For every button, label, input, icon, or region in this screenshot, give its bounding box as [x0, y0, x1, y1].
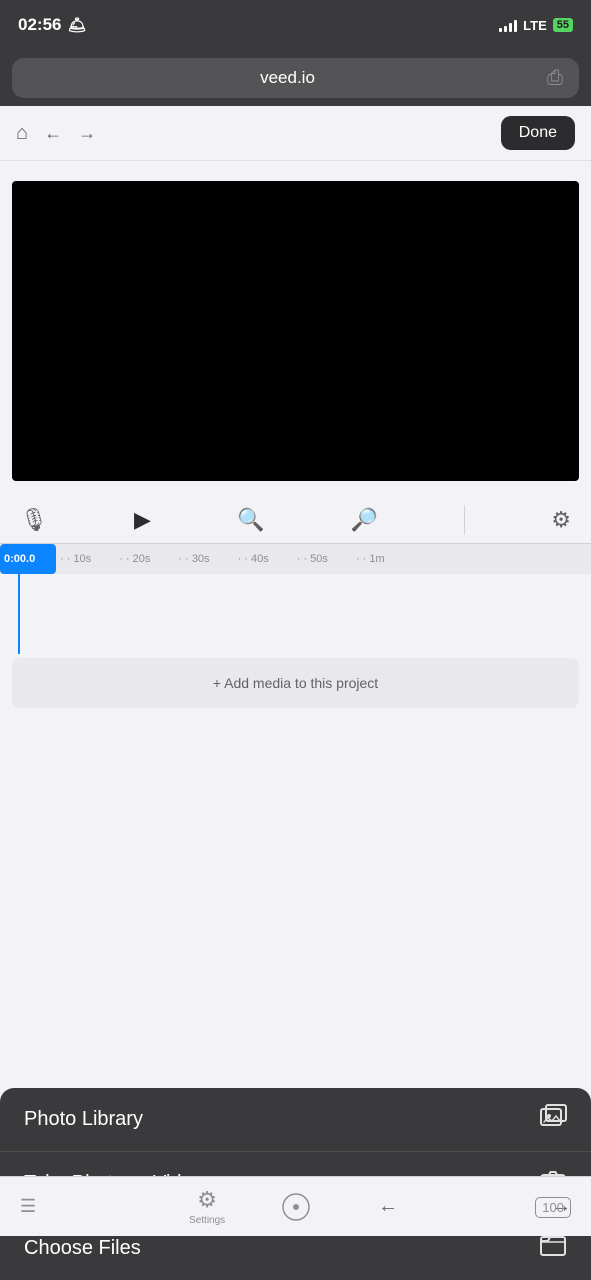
hamburger-icon[interactable]: ☰: [20, 1196, 36, 1217]
lte-label: LTE: [523, 18, 547, 33]
done-button[interactable]: Done: [501, 116, 575, 150]
files-icon: [539, 1231, 567, 1265]
forward-icon[interactable]: →: [78, 123, 96, 144]
microphone-icon[interactable]: 🎙: [20, 507, 48, 533]
settings-icon[interactable]: ⚙: [551, 507, 571, 533]
video-player: [12, 181, 579, 481]
zoom-in-icon[interactable]: 🔎: [351, 507, 378, 533]
transport-controls: 🎙 ▶ 🔍 🔎 ⚙: [0, 497, 591, 544]
nav-bar: ⌂ ← → Done: [0, 106, 591, 161]
choose-files-label: Choose Files: [24, 1237, 141, 1260]
bottom-toolbar: ☰ ⚙ Settings ← → 100: [0, 1176, 591, 1236]
back-nav-icon[interactable]: ←: [378, 1195, 398, 1218]
home-circle-icon[interactable]: [282, 1193, 310, 1221]
hotel-icon: 🛎: [67, 16, 86, 34]
battery-level: 55: [553, 18, 573, 32]
settings-button[interactable]: ⚙ Settings: [189, 1187, 225, 1226]
settings-label: Settings: [189, 1215, 225, 1226]
photo-library-option[interactable]: Photo Library: [0, 1088, 591, 1152]
status-bar: 02:56 🛎 LTE 55: [0, 0, 591, 50]
home-icon[interactable]: ⌂: [16, 122, 28, 145]
nav-left: ⌂ ← →: [16, 122, 96, 145]
timeline-ruler: 0:00.0 · · 10s · · 20s · · 30s · · 40s ·…: [0, 544, 591, 574]
address-bar[interactable]: veed.io ⎙: [12, 58, 579, 98]
add-media-label: + Add media to this project: [213, 675, 378, 691]
controls-area: 🎙 ▶ 🔍 🔎 ⚙ 0:00.0 · · 10s · · 20s · · 30s…: [0, 481, 591, 712]
divider: [464, 505, 465, 535]
action-sheet-overlay: Photo Library Take Photo or Video: [0, 1088, 591, 1280]
playhead-line: [18, 574, 20, 654]
current-time: 0:00.0: [4, 553, 35, 565]
time-display: 02:56: [18, 15, 61, 35]
back-icon[interactable]: ←: [44, 123, 62, 144]
status-right: LTE 55: [499, 18, 573, 33]
add-media-button[interactable]: + Add media to this project: [12, 658, 579, 708]
url-text: veed.io: [28, 68, 547, 88]
photo-library-icon: [539, 1103, 567, 1137]
browser-chrome: veed.io ⎙: [0, 50, 591, 106]
settings-gear-icon: ⚙: [197, 1187, 217, 1213]
photo-library-label: Photo Library: [24, 1108, 143, 1131]
share-icon[interactable]: ⎙: [547, 67, 563, 90]
status-time: 02:56 🛎: [18, 15, 87, 35]
zoom-out-icon[interactable]: 🔍: [237, 507, 264, 533]
tabs-count[interactable]: 100: [535, 1197, 571, 1218]
signal-bars: [499, 18, 517, 32]
ruler-ticks: · · 10s · · 20s · · 30s · · 40s · · 50s …: [60, 553, 413, 565]
play-button[interactable]: ▶: [134, 507, 151, 533]
timeline-marker[interactable]: 0:00.0: [0, 544, 56, 574]
battery-icon: 55: [553, 18, 573, 32]
video-area: [0, 161, 591, 481]
timeline-track: [0, 574, 591, 654]
timeline-container: 0:00.0 · · 10s · · 20s · · 30s · · 40s ·…: [0, 544, 591, 712]
